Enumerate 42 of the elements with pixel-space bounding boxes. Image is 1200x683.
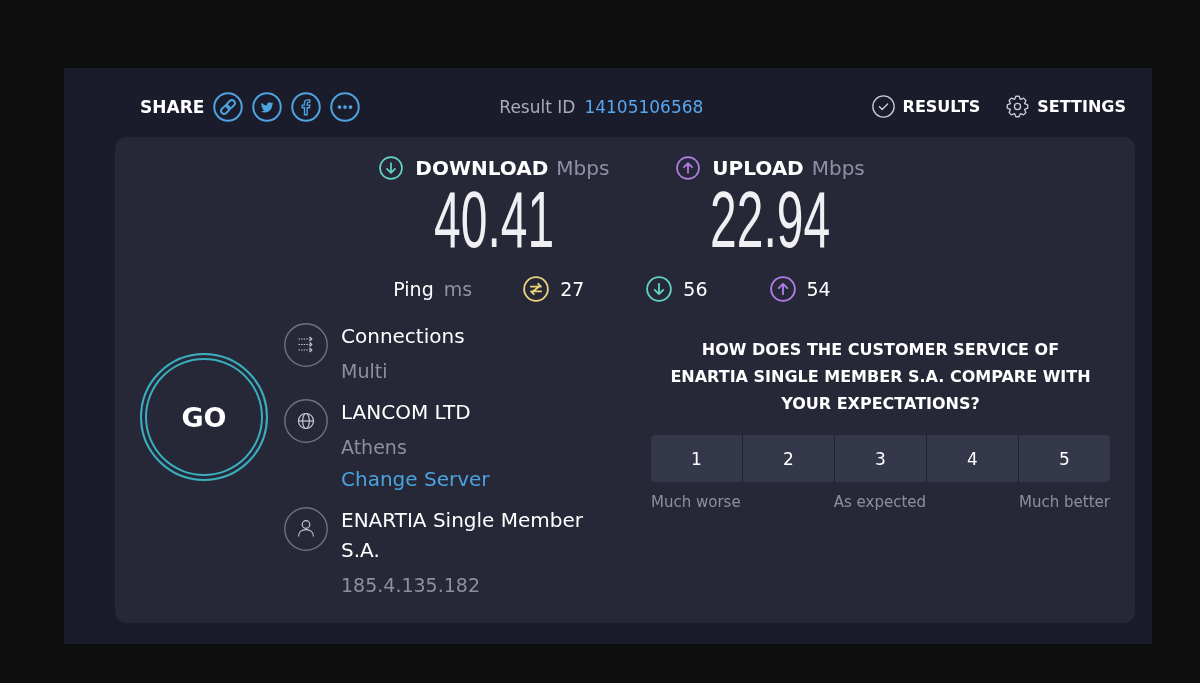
latency-value: 54 [806, 278, 831, 300]
unit-label: ms [443, 278, 473, 300]
speed-label: DOWNLOAD [415, 156, 549, 180]
more-icon[interactable] [330, 91, 361, 122]
info-detail: Athens [341, 435, 407, 460]
rating-option[interactable]: 4 [927, 435, 1018, 482]
rating-option[interactable]: 3 [835, 435, 926, 482]
f-icon[interactable] [291, 91, 322, 122]
change-server-link[interactable]: Change Server [341, 464, 490, 494]
ping-label: Ping [393, 278, 434, 300]
person-icon [284, 507, 328, 551]
info-title: Connections [341, 323, 465, 350]
link-icon[interactable] [213, 91, 244, 122]
arrows-list-icon [284, 323, 328, 367]
go-button[interactable]: GO [140, 353, 268, 481]
speed-label: UPLOAD [712, 156, 804, 180]
unit-label: Mbps [556, 156, 610, 180]
result-id-label: Result ID [499, 96, 576, 117]
info-title: ENARTIA Single Member S.A. [341, 507, 584, 564]
latency-value: 56 [683, 278, 708, 300]
scale-label: Much better [1019, 492, 1110, 513]
settings-icon [1006, 95, 1030, 118]
rating-option[interactable]: 1 [651, 435, 742, 482]
scale-label: Much worse [651, 492, 741, 513]
speed-value: 22.94 [710, 184, 831, 256]
result-id-link[interactable]: 14105106568 [584, 96, 704, 117]
check-circle-icon [871, 95, 895, 118]
info-title: LANCOM LTD [341, 399, 471, 426]
survey-question: HOW DOES THE CUSTOMER SERVICE OF ENARTIA SINGLE MEMBER S.A. COMPARE WITH YOUR EXPECTATIONS? [669, 339, 1092, 415]
results-link[interactable]: RESULTS [871, 95, 981, 118]
rating-option[interactable]: 2 [743, 435, 834, 482]
info-detail: Multi [341, 359, 388, 384]
info-detail: 185.4.135.182 [341, 573, 480, 598]
speed-value: 40.41 [434, 184, 555, 256]
share-label: SHARE [140, 96, 205, 117]
scale-label: As expected [833, 492, 927, 513]
globe-icon [284, 399, 328, 443]
unit-label: Mbps [811, 156, 865, 180]
latency-value: 27 [560, 278, 585, 300]
settings-link[interactable]: SETTINGS [1006, 95, 1126, 118]
rating-option[interactable]: 5 [1019, 435, 1110, 482]
bird-icon[interactable] [252, 91, 283, 122]
